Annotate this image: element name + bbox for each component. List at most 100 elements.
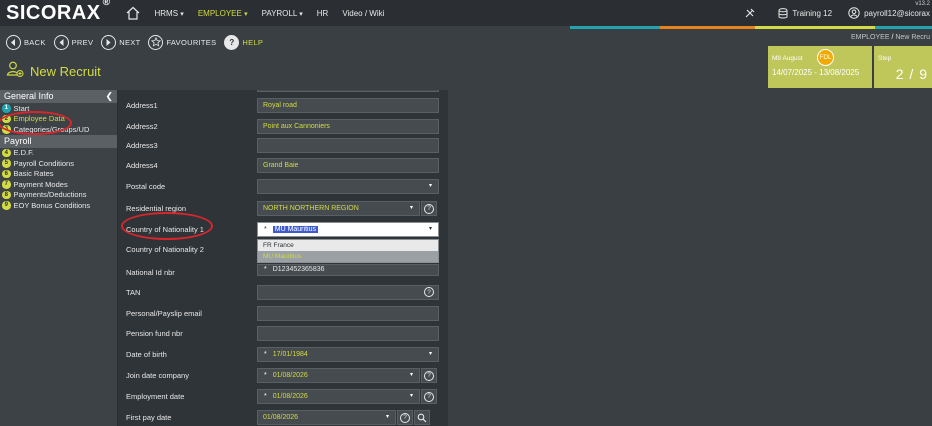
period-dates: 14/07/2025 - 13/08/2025 xyxy=(772,68,860,77)
user-menu[interactable]: payroll12@sicorax xyxy=(848,7,930,19)
sidebar-item-payments-deductions[interactable]: 8 Payments/Deductions xyxy=(0,190,117,201)
question-icon[interactable]: ? xyxy=(424,287,434,297)
chevron-down-icon: ▾ xyxy=(428,183,432,189)
row-address4: Address4 Grand Baie xyxy=(118,158,448,174)
back-button[interactable]: BACK xyxy=(6,34,46,50)
favourites-button[interactable]: FAVOURITES xyxy=(148,34,216,50)
row-address2: Address2 Point aux Cannoniers xyxy=(118,119,448,135)
accent-line-orange xyxy=(660,26,755,29)
annotation-circle-employee-data xyxy=(0,111,72,135)
address1-input[interactable]: Royal road xyxy=(257,98,439,113)
breadcrumb-page: New Recru xyxy=(895,34,930,41)
postal-code-select[interactable]: ▾ xyxy=(257,179,439,194)
sidebar-item-eoy-bonus[interactable]: 9 EOY Bonus Conditions xyxy=(0,200,117,211)
period-label: M8 August xyxy=(772,55,803,62)
row-tan: TAN ? xyxy=(118,285,448,301)
nationality1-select[interactable]: * MU Mauritius ▾ xyxy=(257,222,439,237)
sidebar-item-payment-modes[interactable]: 7 Payment Modes xyxy=(0,179,117,190)
accent-line-teal xyxy=(570,26,660,29)
pension-fund-input[interactable] xyxy=(257,326,439,341)
row-address3: Address3 xyxy=(118,138,448,154)
nav-payroll[interactable]: PAYROLL ▾ xyxy=(262,9,303,18)
national-id-input[interactable]: * D123452365836 xyxy=(257,264,439,276)
first-pay-date-search-button[interactable] xyxy=(414,410,430,425)
row-email: Personal/Payslip email xyxy=(118,306,448,322)
accent-line-yellow xyxy=(755,26,875,29)
address3-input[interactable] xyxy=(257,138,439,153)
annotation-circle-nationality xyxy=(121,212,213,240)
search-icon xyxy=(417,413,427,422)
row-employment-date: Employment date * 01/08/2026 ▾ ? xyxy=(118,389,448,405)
prev-button[interactable]: PREV xyxy=(53,34,94,50)
dropdown-option-selected[interactable]: MU Mauritius xyxy=(258,251,438,262)
payroll-period-card[interactable]: M8 August FDL 14/07/2025 - 13/08/2025 xyxy=(768,46,872,88)
sidebar-section-payroll[interactable]: Payroll xyxy=(0,134,117,148)
wizard-sidebar: General Info ❮ 1 Start 2 Employee Data 3 Ca… xyxy=(0,90,118,426)
row-join-date: Join date company * 01/08/2026 ▾ ? xyxy=(118,368,448,384)
user-email: payroll12@sicorax xyxy=(864,8,930,18)
chevron-down-icon: ▾ xyxy=(385,414,389,420)
home-icon[interactable] xyxy=(125,6,141,20)
step-card: Step 2 / 9 xyxy=(874,46,932,88)
help-icon: ? xyxy=(224,34,240,50)
period-badge: FDL xyxy=(817,49,834,66)
database-icon xyxy=(778,7,788,18)
chevron-down-icon: ▾ xyxy=(428,351,432,357)
step-label: Step xyxy=(878,55,892,62)
accent-line-teal-2 xyxy=(875,26,932,29)
nationality1-dropdown-list: FR France MU Mauritius xyxy=(257,239,439,263)
question-icon: ? xyxy=(424,370,434,381)
first-pay-date-help-button[interactable]: ? xyxy=(397,410,413,425)
back-icon xyxy=(6,34,21,50)
sidebar-item-basic-rates[interactable]: 6 Basic Rates xyxy=(0,169,117,180)
chevron-down-icon: ▾ xyxy=(409,372,413,378)
tools-icon[interactable] xyxy=(744,7,756,19)
sidebar-item-edf[interactable]: 4 E.D.F. xyxy=(0,148,117,159)
next-icon xyxy=(101,34,117,50)
database-selector[interactable]: Training 12 xyxy=(778,7,833,19)
join-date-picker[interactable]: * 01/08/2026 ▾ xyxy=(257,368,420,383)
region-help-button[interactable]: ? xyxy=(421,201,437,216)
app-window: SICORAX ® HRMS ▾ EMPLOYEE ▾ PAYROLL ▾ HR … xyxy=(0,0,932,426)
top-right-area: Training 12 payroll12@sicorax xyxy=(730,0,932,26)
employee-data-form: Address1 Royal road Address2 Point aux C… xyxy=(118,90,448,426)
join-date-help-button[interactable]: ? xyxy=(421,368,437,383)
employment-date-help-button[interactable]: ? xyxy=(421,389,437,404)
row-address1: Address1 Royal road xyxy=(118,98,448,114)
row-first-pay-date: First pay date 01/08/2026 ▾ ? xyxy=(118,410,448,426)
address4-input[interactable]: Grand Baie xyxy=(257,158,439,173)
database-name: Training 12 xyxy=(792,8,833,18)
address-previous-field[interactable] xyxy=(257,90,439,92)
first-pay-date-picker[interactable]: 01/08/2026 ▾ xyxy=(257,410,396,425)
top-navigation-bar: SICORAX ® HRMS ▾ EMPLOYEE ▾ PAYROLL ▾ HR … xyxy=(0,0,932,26)
breadcrumb-section[interactable]: EMPLOYEE xyxy=(851,34,890,41)
address2-input[interactable]: Point aux Cannoniers xyxy=(257,119,439,134)
nav-video-wiki[interactable]: Video / Wiki xyxy=(342,9,384,18)
employment-date-picker[interactable]: * 01/08/2026 ▾ xyxy=(257,389,420,404)
question-icon: ? xyxy=(424,203,434,214)
breadcrumb: EMPLOYEE / New Recru xyxy=(851,34,930,41)
user-icon xyxy=(848,7,860,19)
sidebar-item-payroll-conditions[interactable]: 5 Payroll Conditions xyxy=(0,158,117,169)
question-icon: ? xyxy=(424,391,434,402)
nav-hr[interactable]: HR xyxy=(317,9,329,18)
nav-employee[interactable]: EMPLOYEE ▾ xyxy=(198,9,248,18)
collapse-sidebar-icon[interactable]: ❮ xyxy=(105,90,113,103)
sicorax-logo[interactable]: SICORAX ® xyxy=(0,0,110,25)
chevron-down-icon: ▾ xyxy=(409,205,413,211)
row-national-id: National Id nbr * D123452365836 xyxy=(118,264,448,280)
help-button[interactable]: ? HELP xyxy=(224,34,263,50)
next-button[interactable]: NEXT xyxy=(101,34,140,50)
sidebar-section-general[interactable]: General Info ❮ xyxy=(0,90,117,103)
row-postal-code: Postal code ▾ xyxy=(118,179,448,195)
content-background xyxy=(448,90,932,426)
prev-icon xyxy=(53,34,69,50)
payslip-email-input[interactable] xyxy=(257,306,439,321)
dropdown-option[interactable]: FR France xyxy=(258,240,438,251)
date-of-birth-picker[interactable]: * 17/01/1984 ▾ xyxy=(257,347,439,362)
row-date-of-birth: Date of birth * 17/01/1984 ▾ xyxy=(118,347,448,363)
action-toolbar: BACK PREV NEXT FAVOURITES ? HELP xyxy=(0,30,271,54)
tan-input[interactable]: ? xyxy=(257,285,439,300)
residential-region-select[interactable]: NORTH NORTHERN REGION ▾ xyxy=(257,201,420,216)
nav-hrms[interactable]: HRMS ▾ xyxy=(155,9,184,18)
